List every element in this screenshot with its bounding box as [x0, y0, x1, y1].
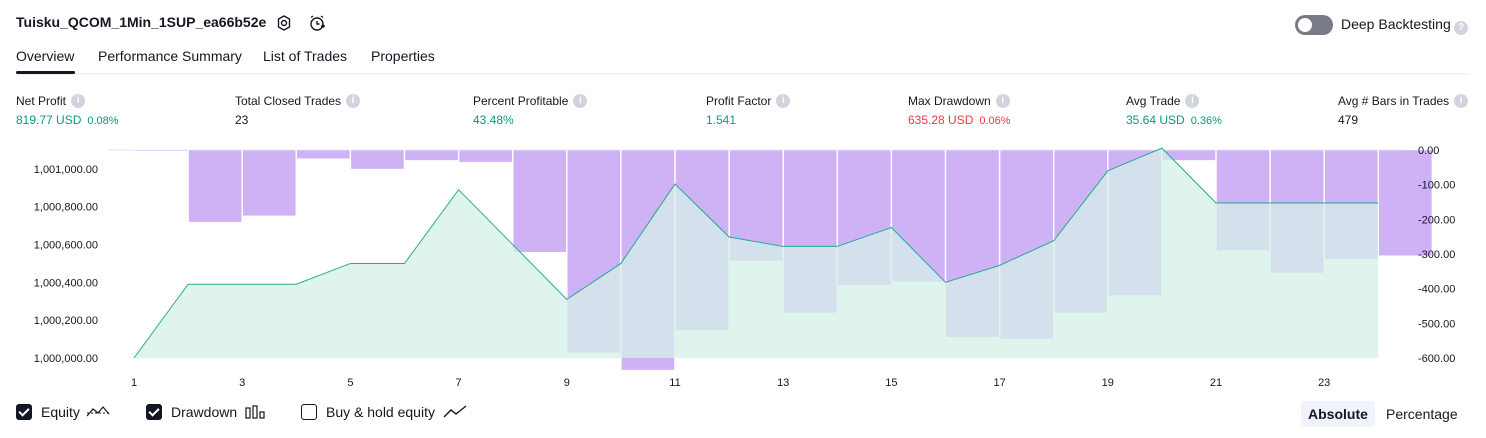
left-axis-tick-label: 1,000,200.00 — [34, 315, 98, 327]
metric-value: 479 — [1338, 113, 1359, 127]
x-axis-tick-label: 7 — [456, 377, 462, 389]
active-tab-indicator — [16, 71, 75, 74]
drawdown-bar — [242, 149, 297, 217]
drawdown-bar — [1378, 149, 1433, 256]
metric-label: Avg Trade — [1126, 94, 1181, 108]
x-axis-tick-label: 19 — [1102, 377, 1114, 389]
x-axis-tick-label: 5 — [347, 377, 353, 389]
right-axis-tick-label: 0.00 — [1418, 145, 1439, 157]
metric-label: Net Profit — [16, 94, 67, 108]
equity-drawdown-chart: 1,000,000.00 1,000,200.00 1,000,400.00 1,00… — [34, 145, 1456, 389]
x-axis-tick-label: 11 — [669, 377, 680, 389]
tab-divider — [16, 73, 1470, 75]
left-axis-tick-label: 1,000,800.00 — [34, 202, 98, 214]
drawdown-bar — [404, 149, 459, 161]
right-axis-tick-label: -500.00 — [1418, 318, 1455, 330]
metric-value: 635.28 USD — [908, 113, 974, 127]
deep-backtesting-toggle[interactable] — [1295, 15, 1333, 35]
legend-drawdown[interactable]: Drawdown — [146, 404, 267, 420]
drawdown-bar — [350, 149, 405, 170]
x-axis-tick-label: 17 — [993, 377, 1005, 389]
info-icon[interactable]: i — [1185, 94, 1200, 108]
drawdown-checkbox[interactable] — [146, 404, 162, 420]
x-axis-tick-label: 13 — [777, 377, 789, 389]
metric-profit-factor: Profit Factor i 1.541 — [706, 94, 791, 127]
metric-label: Percent Profitable — [473, 94, 569, 108]
deep-backtesting-label: Deep Backtesting — [1341, 16, 1451, 32]
question-icon[interactable]: ? — [1454, 17, 1468, 35]
metric-percent-profitable: Percent Profitable i 43.48% — [473, 94, 588, 127]
metric-net-profit: Net Profit i 819.77 USD 0.08% — [16, 94, 119, 127]
info-icon[interactable]: i — [71, 94, 86, 108]
drawdown-bar — [188, 149, 242, 223]
metric-value: 43.48% — [473, 113, 514, 127]
absolute-mode-button[interactable]: Absolute — [1301, 401, 1375, 427]
legend-label: Equity — [41, 404, 80, 420]
legend-label: Buy & hold equity — [326, 404, 435, 420]
x-axis-tick-label: 9 — [564, 377, 570, 389]
x-axis-tick-label: 15 — [885, 377, 897, 389]
info-icon[interactable]: i — [1454, 94, 1469, 108]
metric-max-drawdown: Max Drawdown i 635.28 USD 0.06% — [908, 94, 1011, 127]
metric-label: Avg # Bars in Trades — [1338, 94, 1450, 108]
drawdown-bar — [296, 149, 351, 159]
right-axis-tick-label: -600.00 — [1418, 353, 1455, 365]
tab-properties[interactable]: Properties — [371, 48, 435, 64]
equity-line-icon — [86, 406, 110, 417]
metric-percent: 0.06% — [979, 115, 1011, 127]
left-axis-tick-label: 1,000,400.00 — [34, 277, 98, 289]
info-icon[interactable]: i — [573, 94, 588, 108]
buy-hold-checkbox[interactable] — [301, 404, 317, 420]
info-icon[interactable]: i — [776, 94, 791, 108]
metric-avg-bars: Avg # Bars in Trades i 479 — [1338, 94, 1469, 127]
add-alert-icon[interactable] — [308, 14, 326, 32]
settings-icon[interactable] — [275, 14, 293, 32]
x-axis-tick-label: 3 — [239, 377, 245, 389]
tab-performance-summary[interactable]: Performance Summary — [98, 48, 242, 64]
x-axis-tick-label: 1 — [131, 377, 137, 389]
left-axis-tick-label: 1,000,000.00 — [34, 353, 98, 365]
metric-label: Total Closed Trades — [235, 94, 342, 108]
tab-overview[interactable]: Overview — [16, 48, 74, 64]
metric-value: 35.64 USD — [1126, 113, 1185, 127]
left-axis-tick-label: 1,000,600.00 — [34, 240, 98, 252]
right-axis-tick-label: -300.00 — [1418, 249, 1455, 261]
metric-avg-trade: Avg Trade i 35.64 USD 0.36% — [1126, 94, 1222, 127]
x-axis-tick-label: 23 — [1318, 377, 1330, 389]
strategy-title: Tuisku_QCOM_1Min_1SUP_ea66b52e — [16, 14, 267, 30]
metric-value: 1.541 — [706, 113, 737, 127]
metric-percent: 0.36% — [1190, 115, 1222, 127]
equity-checkbox[interactable] — [16, 404, 32, 420]
legend-equity[interactable]: Equity — [16, 404, 110, 420]
legend-label: Drawdown — [171, 404, 238, 420]
metric-label: Max Drawdown — [908, 94, 991, 108]
buy-hold-line-icon — [443, 405, 467, 418]
drawdown-bar — [134, 149, 188, 152]
drawdown-bar — [512, 149, 567, 253]
left-axis-tick-label: 1,001,000.00 — [34, 164, 98, 176]
percentage-mode-button[interactable]: Percentage — [1379, 401, 1465, 427]
metric-total-closed-trades: Total Closed Trades i 23 — [235, 94, 361, 127]
x-axis-tick-label: 21 — [1210, 377, 1222, 389]
info-icon[interactable]: i — [995, 94, 1010, 108]
info-icon[interactable]: i — [346, 94, 361, 108]
right-axis-tick-label: -200.00 — [1418, 214, 1455, 226]
right-axis-tick-label: -400.00 — [1418, 284, 1455, 296]
tab-list-of-trades[interactable]: List of Trades — [263, 48, 347, 64]
right-axis-tick-label: -100.00 — [1418, 180, 1455, 192]
metric-percent: 0.08% — [87, 115, 119, 127]
drawdown-bars-icon — [245, 405, 265, 419]
legend-buy-hold[interactable]: Buy & hold equity — [301, 404, 467, 420]
metric-value: 23 — [235, 113, 249, 127]
metric-value: 819.77 USD — [16, 113, 82, 127]
drawdown-bar — [458, 149, 513, 163]
metric-label: Profit Factor — [706, 94, 772, 108]
